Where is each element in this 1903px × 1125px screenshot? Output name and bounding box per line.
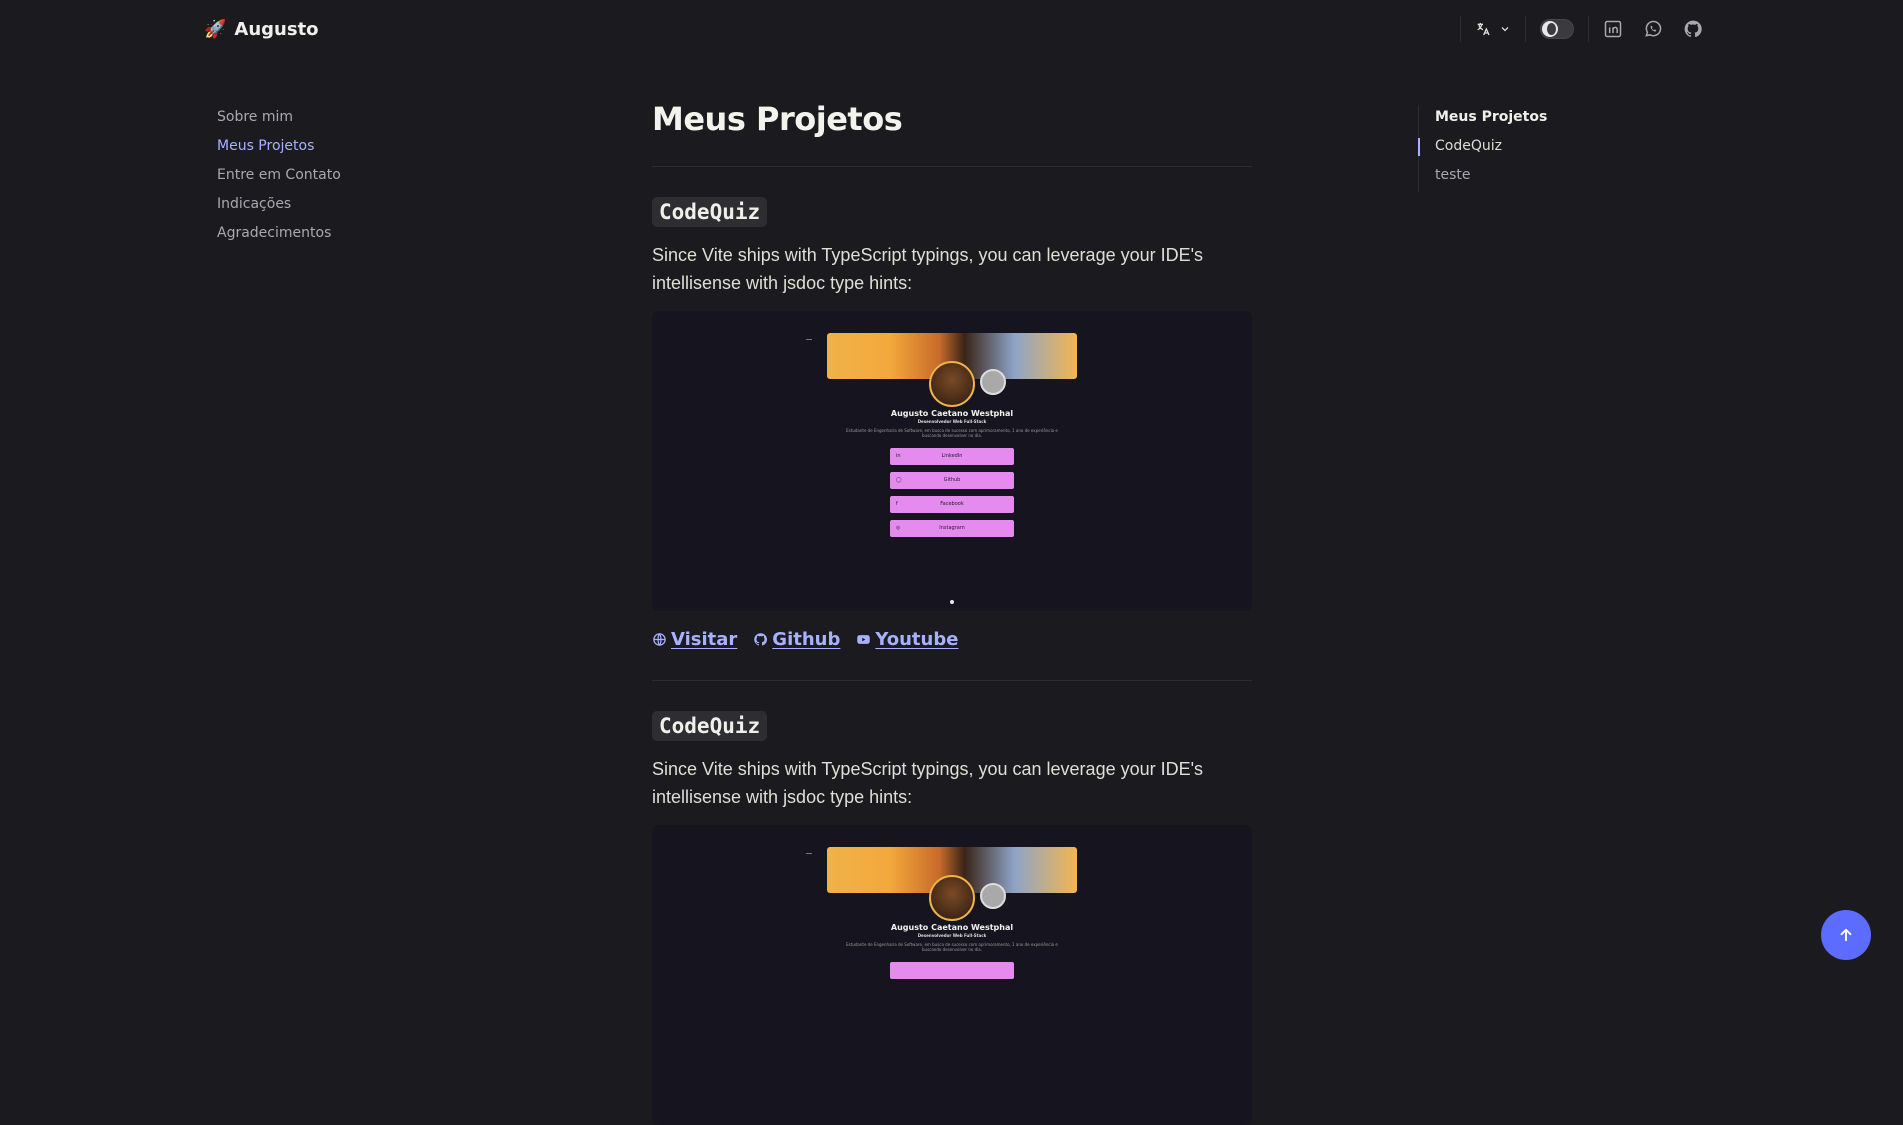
rocket-icon: 🚀 xyxy=(204,19,227,39)
visit-link-label: Visitar xyxy=(671,629,738,650)
translate-icon xyxy=(1477,23,1490,36)
arrow-up-icon xyxy=(1840,928,1852,942)
youtube-icon xyxy=(857,635,871,644)
table-of-contents: Meus Projetos CodeQuiz teste xyxy=(1418,105,1547,192)
instagram-icon: ◎ xyxy=(896,525,901,531)
sidebar-item-sobre-mim[interactable]: Sobre mim xyxy=(217,105,341,134)
sidebar-item-indicacoes[interactable]: Indicações xyxy=(217,192,341,221)
preview-bio: Estudante de Engenharia de Software, em … xyxy=(846,942,1058,952)
social-links xyxy=(1603,19,1703,39)
github-icon xyxy=(754,633,768,646)
preview-name: Augusto Caetano Westphal xyxy=(890,409,1014,418)
preview-avatar-secondary xyxy=(980,369,1006,395)
project-divider xyxy=(652,680,1252,681)
project-card: CodeQuiz Since Vite ships with TypeScrip… xyxy=(652,711,1252,1125)
back-to-top-button[interactable] xyxy=(1821,910,1871,960)
project-title: CodeQuiz xyxy=(652,197,768,227)
brand-name: Augusto xyxy=(234,18,319,40)
theme-toggle[interactable] xyxy=(1540,19,1574,39)
visit-link[interactable]: Visitar xyxy=(652,629,737,650)
linkedin-link[interactable] xyxy=(1603,19,1623,39)
whatsapp-icon xyxy=(1645,20,1662,37)
brand-link[interactable]: 🚀 Augusto xyxy=(204,18,319,40)
project-links: Visitar Github Youtube xyxy=(652,629,1252,650)
preview-button xyxy=(890,962,1014,979)
moon-icon xyxy=(1542,21,1558,37)
globe-icon xyxy=(653,633,666,646)
preview-menu-dash xyxy=(806,853,812,854)
linkedin-icon: in xyxy=(896,453,901,459)
carousel-dot[interactable] xyxy=(950,600,954,604)
preview-button-linkedin: in LinkedIn xyxy=(890,448,1014,465)
navbar-divider xyxy=(1460,16,1461,42)
toc-heading[interactable]: Meus Projetos xyxy=(1435,105,1547,134)
sidebar-nav: Sobre mim Meus Projetos Entre em Contato… xyxy=(217,105,341,250)
navbar-actions xyxy=(1446,14,1703,44)
toc-item-teste[interactable]: teste xyxy=(1435,163,1547,192)
project-description: Since Vite ships with TypeScript typings… xyxy=(652,245,1204,293)
preview-role: Desenvolvedor Web Full-Stack xyxy=(917,419,987,424)
page-title: Meus Projetos xyxy=(652,100,903,138)
project-screenshot[interactable]: Augusto Caetano Westphal Desenvolvedor W… xyxy=(652,825,1252,1125)
navbar-divider xyxy=(1525,16,1526,42)
title-divider xyxy=(652,166,1252,167)
project-screenshot[interactable]: Augusto Caetano Westphal Desenvolvedor W… xyxy=(652,311,1252,611)
github-icon: ◯ xyxy=(896,477,902,483)
github-link[interactable] xyxy=(1683,19,1703,39)
github-project-link[interactable]: Github xyxy=(753,629,840,650)
github-icon xyxy=(1684,20,1702,38)
navbar-divider xyxy=(1588,16,1589,42)
sidebar-item-entre-em-contato[interactable]: Entre em Contato xyxy=(217,163,341,192)
toc-active-marker xyxy=(1418,138,1420,156)
preview-button-github: ◯ Github xyxy=(890,472,1014,489)
preview-avatar-secondary xyxy=(980,883,1006,909)
linkedin-icon xyxy=(1604,20,1622,38)
project-description: Since Vite ships with TypeScript typings… xyxy=(652,759,1204,807)
project-card: CodeQuiz Since Vite ships with TypeScrip… xyxy=(652,197,1252,681)
sidebar-item-agradecimentos[interactable]: Agradecimentos xyxy=(217,221,341,250)
preview-button-instagram: ◎ Instagram xyxy=(890,520,1014,537)
chevron-down-icon xyxy=(1501,27,1509,32)
preview-name: Augusto Caetano Westphal xyxy=(890,923,1014,932)
preview-bio: Estudante de Engenharia de Software, em … xyxy=(846,428,1058,438)
language-switcher[interactable] xyxy=(1475,21,1511,37)
preview-role: Desenvolvedor Web Full-Stack xyxy=(917,933,987,938)
preview-avatar xyxy=(929,361,975,407)
main-content: Meus Projetos CodeQuiz Since Vite ships … xyxy=(652,96,1252,1125)
whatsapp-link[interactable] xyxy=(1643,19,1663,39)
preview-menu-dash xyxy=(806,339,812,340)
sidebar-item-meus-projetos[interactable]: Meus Projetos xyxy=(217,134,341,163)
top-navbar: 🚀 Augusto xyxy=(0,0,1903,60)
facebook-icon: f xyxy=(896,501,898,507)
youtube-link[interactable]: Youtube xyxy=(856,629,958,650)
toc-item-codequiz[interactable]: CodeQuiz xyxy=(1435,134,1547,163)
youtube-link-label: Youtube xyxy=(875,629,959,650)
preview-button-facebook: f Facebook xyxy=(890,496,1014,513)
github-link-label: Github xyxy=(772,629,841,650)
preview-avatar xyxy=(929,875,975,921)
project-title: CodeQuiz xyxy=(652,711,768,741)
